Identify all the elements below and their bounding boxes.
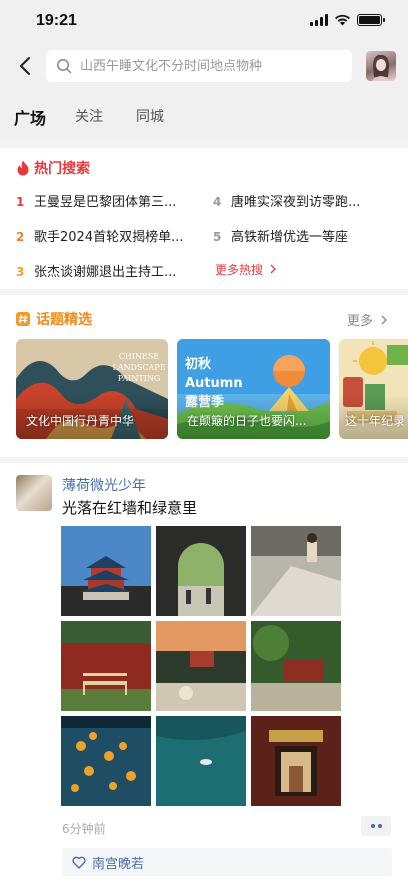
topic-card-caption: 这十年纪录 <box>345 414 406 428</box>
topic-card-caption: 文化中国行丹青中华 <box>26 414 135 428</box>
topic-card-caption: 在颠簸的日子也要闪... <box>187 414 307 428</box>
hot-text: 高铁新增优选一等座 <box>231 230 349 245</box>
heart-icon <box>72 856 86 869</box>
post-time: 6分钟前 <box>62 822 106 836</box>
liker-name[interactable]: 南宫晚若 <box>92 853 144 872</box>
topics-more-link[interactable]: 更多 <box>347 310 388 329</box>
more-hot-label: 更多热搜 <box>215 263 264 277</box>
avatar-image <box>372 54 390 81</box>
hot-text: 唐唯实深夜到访零跑... <box>231 195 361 210</box>
tab-following[interactable]: 关注 <box>75 106 103 126</box>
post-photo[interactable] <box>61 621 151 711</box>
tab-local[interactable]: 同城 <box>136 106 164 126</box>
hot-text: 王曼昱是巴黎团体第三... <box>34 195 177 210</box>
header <box>0 44 408 92</box>
post-photo[interactable] <box>61 526 151 616</box>
hot-search-title: 热门搜索 <box>34 161 90 177</box>
cellular-signal-icon <box>310 14 328 26</box>
battery-icon <box>357 14 385 26</box>
hot-rank: 5 <box>213 230 222 244</box>
more-hot-search-link[interactable]: 更多热搜 <box>215 261 277 278</box>
post-text: 光落在红墙和绿意里 <box>62 499 198 517</box>
hot-rank: 2 <box>16 230 25 244</box>
tab-plaza[interactable]: 广场 <box>14 105 46 129</box>
user-avatar[interactable] <box>366 51 396 81</box>
hot-rank: 4 <box>213 195 222 209</box>
hot-search-item[interactable]: 3 张杰谈谢娜退出主持工... <box>16 261 176 280</box>
post-photo[interactable] <box>251 526 341 616</box>
hot-search-section: 热门搜索 1 王曼昱是巴黎团体第三... 2 歌手2024首轮双揭榜单... 3 张杰… <box>0 148 408 289</box>
hashtag-icon <box>16 312 30 326</box>
wifi-icon <box>335 14 350 26</box>
post-photo[interactable] <box>251 716 341 806</box>
status-bar: 19:21 <box>0 0 408 44</box>
post-author-name[interactable]: 薄荷微光少年 <box>62 475 146 495</box>
hot-search-item[interactable]: 2 歌手2024首轮双揭榜单... <box>16 226 183 245</box>
status-icons <box>310 14 385 26</box>
hot-search-item[interactable]: 1 王曼昱是巴黎团体第三... <box>16 191 176 210</box>
tab-bar: 广场 关注 同城 <box>0 92 408 140</box>
topic-card-overlay-text: CHINESE LANDSCAPE PAINTING <box>112 352 166 383</box>
search-input[interactable] <box>80 58 340 74</box>
feed-post: 薄荷微光少年 光落在红墙和绿意里 6分钟前 南宫晚若 <box>0 463 408 883</box>
topics-title: 话题精选 <box>36 312 92 328</box>
hot-text: 歌手2024首轮双揭榜单... <box>34 230 184 245</box>
hot-search-header: 热门搜索 <box>16 158 90 178</box>
hot-text: 张杰谈谢娜退出主持工... <box>34 265 177 280</box>
post-photo[interactable] <box>251 621 341 711</box>
hot-search-item[interactable]: 5 高铁新增优选一等座 <box>213 226 348 245</box>
post-photo[interactable] <box>61 716 151 806</box>
post-photo[interactable] <box>156 526 246 616</box>
topic-card[interactable]: 初秋 Autumn 露营季 在颠簸的日子也要闪... <box>177 339 330 439</box>
more-options-button[interactable] <box>361 816 391 836</box>
topics-more-label: 更多 <box>346 314 373 329</box>
topic-card[interactable]: CHINESE LANDSCAPE PAINTING 文化中国行丹青中华 <box>16 339 168 439</box>
chevron-right-icon <box>270 264 276 274</box>
search-box[interactable] <box>46 50 352 82</box>
search-icon <box>57 59 72 74</box>
topic-card[interactable]: 这十年纪录 <box>339 339 408 439</box>
flame-icon <box>17 160 29 176</box>
hot-search-item[interactable]: 4 唐唯实深夜到访零跑... <box>213 191 360 210</box>
status-time: 19:21 <box>36 12 77 29</box>
post-photo[interactable] <box>156 621 246 711</box>
hot-rank: 1 <box>16 195 25 209</box>
chevron-right-icon <box>381 315 387 325</box>
topics-header: 话题精选 <box>16 309 92 329</box>
hot-rank: 3 <box>16 265 25 279</box>
likes-bar: 南宫晚若 <box>62 848 392 876</box>
topics-section: 话题精选 更多 CHINESE LANDSCAPE PAINTING 文化中国行… <box>0 295 408 457</box>
post-author-avatar[interactable] <box>16 475 52 511</box>
post-photo[interactable] <box>156 716 246 806</box>
back-arrow-icon[interactable] <box>14 54 38 78</box>
